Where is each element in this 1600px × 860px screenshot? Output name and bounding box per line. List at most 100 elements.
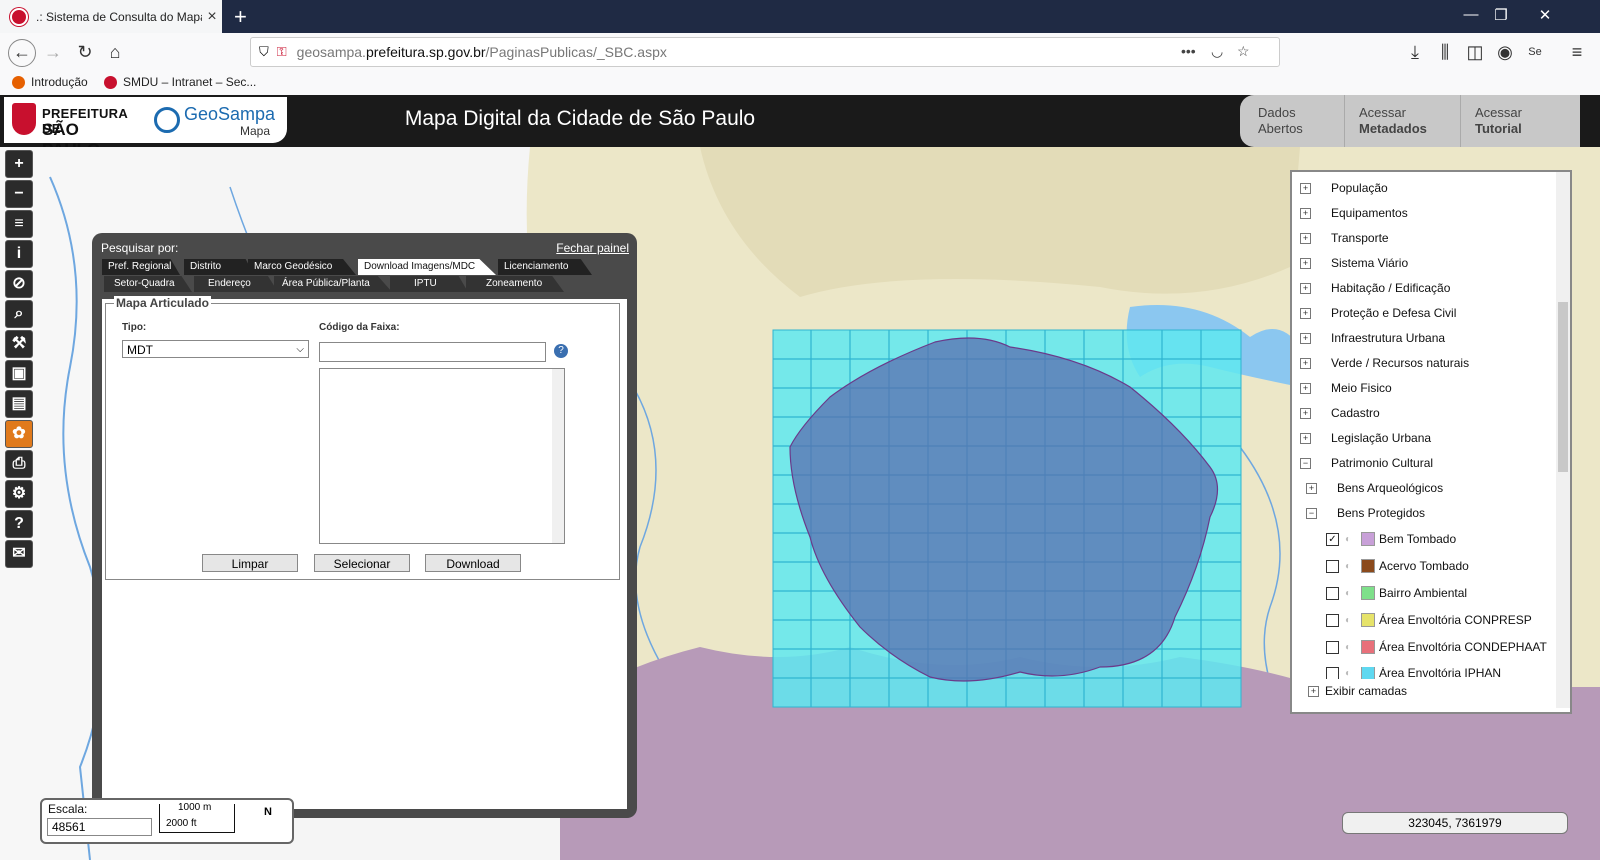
menu-icon[interactable]: ≡: [1564, 39, 1590, 65]
help-icon[interactable]: ?: [554, 344, 568, 358]
checkbox[interactable]: [1326, 667, 1339, 679]
tools-icon[interactable]: ⚒: [5, 330, 33, 358]
visibility-icon[interactable]: ◐: [1345, 588, 1359, 599]
checkbox[interactable]: [1326, 586, 1339, 600]
codigo-faixa-input[interactable]: [319, 342, 546, 362]
close-tab-icon[interactable]: ×: [202, 8, 222, 26]
layer-check[interactable]: ◐ Área Envoltória IPHAN: [1326, 667, 1501, 679]
layer-item[interactable]: + Cadastro: [1300, 406, 1380, 420]
pocket-icon[interactable]: ◡: [1211, 43, 1223, 60]
search-panel: Pesquisar por: Fechar painel Pref. Regio…: [92, 233, 637, 818]
layer-check[interactable]: ◐ Área Envoltória CONDEPHAAT: [1326, 640, 1547, 654]
limpar-button[interactable]: Limpar: [202, 554, 298, 572]
metadados-button[interactable]: Acessar Metadados: [1344, 95, 1460, 147]
save-icon[interactable]: ▣: [5, 360, 33, 388]
checkbox[interactable]: [1326, 640, 1339, 654]
measure-icon[interactable]: ▤: [5, 390, 33, 418]
layer-check[interactable]: ◐ Bairro Ambiental: [1326, 586, 1467, 600]
tab-endereco[interactable]: Endereço: [194, 276, 278, 292]
help-icon[interactable]: ?: [5, 510, 33, 538]
exibir-camadas-toggle[interactable]: + Exibir camadas: [1308, 684, 1407, 698]
tab-setor-quadra[interactable]: Setor-Quadra: [104, 276, 192, 292]
zoom-in-icon[interactable]: +: [5, 150, 33, 178]
account-icon[interactable]: ◉: [1492, 39, 1518, 65]
restore-icon[interactable]: ❐: [1486, 6, 1516, 24]
layer-item[interactable]: + Infraestrutura Urbana: [1300, 331, 1445, 345]
visibility-icon[interactable]: ◐: [1345, 642, 1359, 653]
print-icon[interactable]: ⎙: [5, 450, 33, 478]
checkbox[interactable]: ✓: [1326, 532, 1339, 546]
layer-item[interactable]: + Legislação Urbana: [1300, 431, 1431, 445]
layer-check[interactable]: ✓ ◐ Bem Tombado: [1326, 532, 1456, 546]
visibility-icon[interactable]: ◐: [1345, 561, 1359, 572]
forward-icon[interactable]: →: [40, 39, 66, 65]
bookmark-star-icon[interactable]: ☆: [1237, 43, 1250, 60]
new-tab-icon[interactable]: +: [234, 4, 247, 30]
tab-marco-geodesico[interactable]: Marco Geodésico: [248, 259, 356, 275]
mail-icon[interactable]: ✉: [5, 540, 33, 568]
layer-subitem[interactable]: + Bens Arqueológicos: [1306, 481, 1443, 495]
library-icon[interactable]: ⫼: [1432, 39, 1458, 65]
selecionar-button[interactable]: Selecionar: [314, 554, 410, 572]
tab-area-publica[interactable]: Área Pública/Planta: [274, 276, 392, 292]
result-textarea[interactable]: [319, 368, 565, 544]
close-window-icon[interactable]: ✕: [1530, 6, 1560, 24]
layer-check[interactable]: ◐ Acervo Tombado: [1326, 559, 1469, 573]
tutorial-button[interactable]: Acessar Tutorial: [1460, 95, 1578, 147]
expand-icon: +: [1300, 332, 1311, 344]
bookmark-smdu[interactable]: SMDU – Intranet – Sec...: [104, 75, 256, 89]
home-icon[interactable]: ⌂: [102, 39, 128, 65]
tipo-select[interactable]: MDT ⌵: [122, 340, 309, 358]
layer-item[interactable]: + Meio Fisico: [1300, 381, 1392, 395]
tab-iptu[interactable]: IPTU: [390, 276, 468, 292]
insecure-lock-icon[interactable]: ⚿: [277, 44, 287, 60]
search-icon[interactable]: ⌕: [5, 300, 33, 328]
firefox-icon: [12, 75, 25, 89]
layer-item[interactable]: + Sistema Viário: [1300, 256, 1408, 270]
reload-icon[interactable]: ↻: [72, 39, 98, 65]
legend-swatch: [1361, 667, 1375, 679]
download-icon[interactable]: ⤓: [1402, 39, 1428, 65]
layers-scrollbar[interactable]: [1556, 172, 1570, 708]
tab-distrito[interactable]: Distrito: [184, 259, 254, 275]
dados-abertos-button[interactable]: Dados Abertos: [1244, 95, 1344, 147]
layer-check[interactable]: ◐ Área Envoltória CONPRESP: [1326, 613, 1532, 627]
checkbox[interactable]: [1326, 613, 1339, 627]
no-touch-icon[interactable]: ⊘: [5, 270, 33, 298]
info-icon[interactable]: i: [5, 240, 33, 268]
layer-item[interactable]: + Habitação / Edificação: [1300, 281, 1450, 295]
visibility-icon[interactable]: ◐: [1345, 534, 1359, 545]
layer-item[interactable]: + Proteção e Defesa Civil: [1300, 306, 1456, 320]
tab-download-imagens[interactable]: Download Imagens/MDC: [358, 259, 496, 275]
textarea-scrollbar[interactable]: [552, 369, 564, 543]
tab-pref-regional[interactable]: Pref. Regional: [102, 259, 180, 275]
browser-tab[interactable]: .: Sistema de Consulta do Mapa ×: [0, 0, 222, 33]
scale-input[interactable]: 48561: [47, 818, 152, 836]
close-panel-link[interactable]: Fechar painel: [556, 241, 629, 255]
checkbox[interactable]: [1326, 559, 1339, 573]
minimize-icon[interactable]: —: [1456, 6, 1486, 23]
visibility-icon[interactable]: ◐: [1345, 615, 1359, 626]
settings-icon[interactable]: ⚙: [5, 480, 33, 508]
tab-zoneamento[interactable]: Zoneamento: [466, 276, 564, 292]
extension-icon[interactable]: Se: [1522, 39, 1548, 65]
url-bar[interactable]: ⛉ ⚿ geosampa.prefeitura.sp.gov.br/Pagina…: [250, 37, 1280, 67]
back-icon[interactable]: ←: [8, 39, 36, 67]
layer-item[interactable]: + População: [1300, 181, 1388, 195]
scrollbar-thumb[interactable]: [1558, 302, 1568, 472]
download-button[interactable]: Download: [425, 554, 521, 572]
zoom-out-icon[interactable]: −: [5, 180, 33, 208]
tab-licenciamento[interactable]: Licenciamento: [498, 259, 592, 275]
layer-subitem[interactable]: − Bens Protegidos: [1306, 506, 1425, 520]
more-actions-icon[interactable]: •••: [1181, 43, 1196, 59]
layer-item[interactable]: + Transporte: [1300, 231, 1389, 245]
visibility-icon[interactable]: ◐: [1345, 668, 1359, 679]
layer-item[interactable]: + Equipamentos: [1300, 206, 1408, 220]
shield-icon[interactable]: ⛉: [259, 44, 269, 60]
bookmark-introducao[interactable]: Introdução: [12, 75, 88, 89]
layer-item[interactable]: + Verde / Recursos naturais: [1300, 356, 1469, 370]
layers-icon[interactable]: ≡: [5, 210, 33, 238]
sidebar-icon[interactable]: ◫: [1462, 39, 1488, 65]
palette-icon[interactable]: ✿: [5, 420, 33, 448]
layer-item[interactable]: − Patrimonio Cultural: [1300, 456, 1433, 470]
